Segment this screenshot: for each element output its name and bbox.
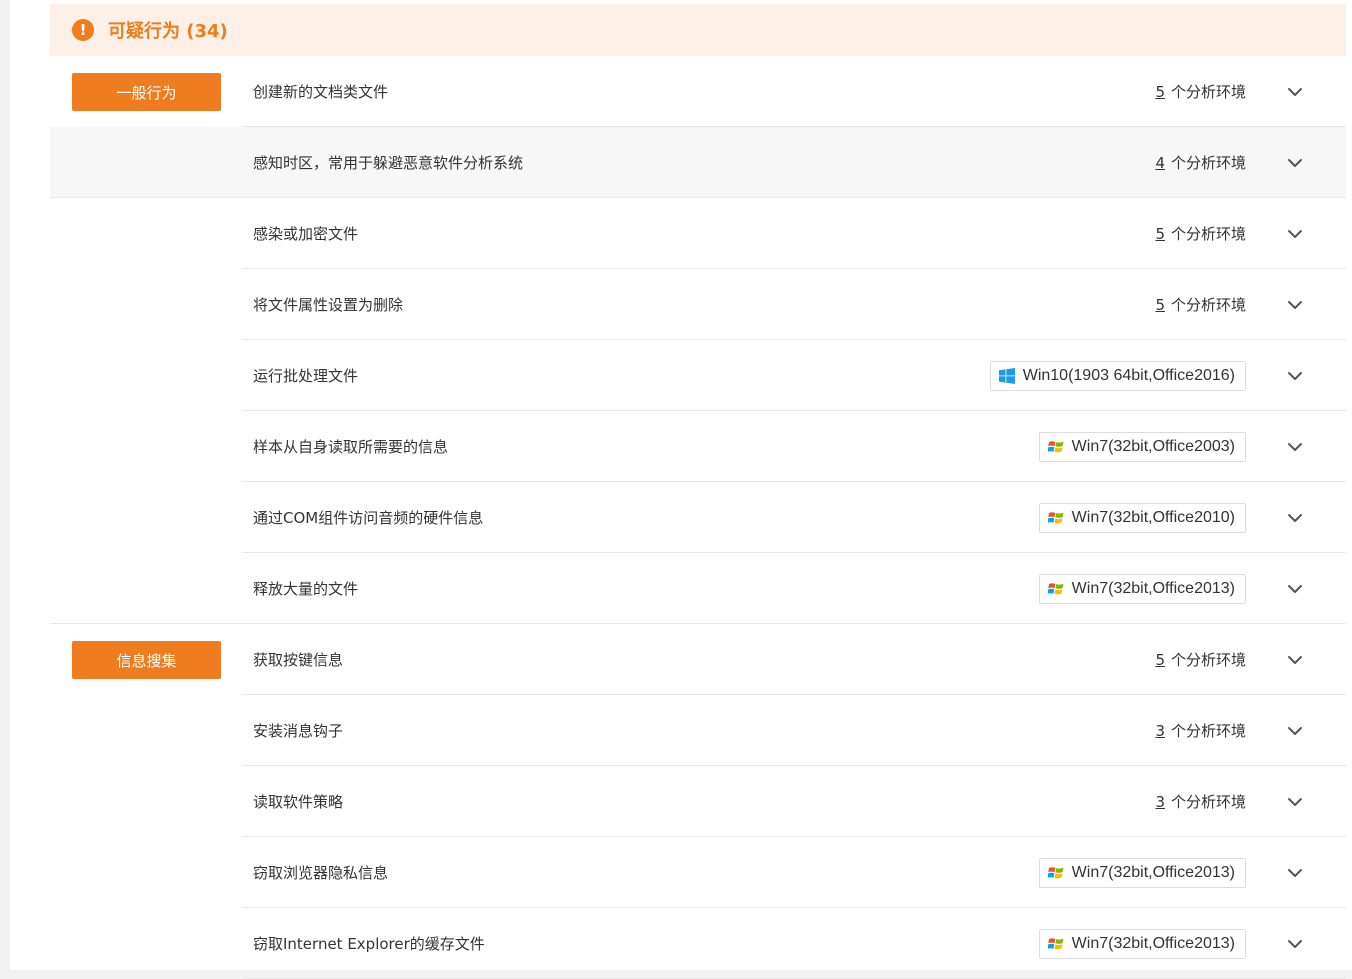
section-title: 可疑行为 (34): [108, 21, 228, 42]
behavior-name: 获取按键信息: [253, 651, 344, 669]
category-tag: 一般行为: [72, 73, 221, 111]
env-label: Win10(1903 64bit,Office2016): [1022, 366, 1235, 384]
chevron-down-icon[interactable]: [1286, 83, 1304, 101]
behavior-name: 窃取浏览器隐私信息: [253, 864, 389, 882]
env-badge: Win7(32bit,Office2013): [1038, 857, 1246, 888]
env-badge: Win7(32bit,Office2013): [1038, 573, 1246, 604]
env-label: Win7(32bit,Office2010): [1071, 508, 1235, 526]
behavior-row[interactable]: 信息搜集 获取按键信息 5 个分析环境: [50, 624, 1346, 695]
chevron-down-icon[interactable]: [1286, 935, 1304, 953]
env-badge: Win10(1903 64bit,Office2016): [989, 360, 1246, 391]
behavior-row[interactable]: 通过COM组件访问音频的硬件信息 Win7(32bit,Office2010): [50, 482, 1346, 553]
env-count-link[interactable]: 3: [1155, 722, 1165, 740]
behavior-name: 将文件属性设置为删除: [253, 296, 404, 314]
env-label: Win7(32bit,Office2013): [1071, 934, 1235, 952]
behavior-row[interactable]: 安装消息钩子 3 个分析环境: [50, 695, 1346, 766]
behavior-name: 样本从自身读取所需要的信息: [253, 438, 449, 456]
behavior-name: 安装消息钩子: [253, 722, 344, 740]
behavior-row[interactable]: 释放大量的文件 Win7(32bit,Office2013): [50, 553, 1346, 624]
env-count: 5 个分析环境: [1155, 81, 1246, 102]
windows7-icon: [1047, 510, 1064, 526]
behavior-name: 窃取Internet Explorer的缓存文件: [253, 935, 485, 953]
env-label: Win7(32bit,Office2013): [1071, 579, 1235, 597]
env-count: 4 个分析环境: [1155, 152, 1246, 173]
behavior-row[interactable]: 将文件属性设置为删除 5 个分析环境: [50, 269, 1346, 340]
behavior-row[interactable]: 运行批处理文件 Win10(1903 64bit,Office2016): [50, 340, 1346, 411]
behavior-name: 读取软件策略: [253, 793, 344, 811]
behavior-list: 一般行为 创建新的文档类文件 5 个分析环境 感知时区，常用于躲避恶意软件分析系统 4 个分…: [50, 56, 1346, 979]
chevron-down-icon[interactable]: [1286, 722, 1304, 740]
chevron-down-icon[interactable]: [1286, 154, 1304, 172]
behavior-name: 释放大量的文件: [253, 580, 359, 598]
env-count: 3 个分析环境: [1155, 791, 1246, 812]
env-count-suffix: 个分析环境: [1170, 83, 1246, 101]
windows7-icon: [1047, 936, 1064, 952]
env-label: Win7(32bit,Office2013): [1071, 863, 1235, 881]
chevron-down-icon[interactable]: [1286, 580, 1304, 598]
env-count-suffix: 个分析环境: [1170, 722, 1246, 740]
category-tag: 信息搜集: [72, 641, 221, 679]
env-count-link[interactable]: 5: [1155, 296, 1165, 314]
env-label: Win7(32bit,Office2003): [1071, 437, 1235, 455]
windows10-icon: [998, 367, 1015, 384]
section-header: ! 可疑行为 (34): [50, 4, 1346, 56]
behavior-row[interactable]: 一般行为 创建新的文档类文件 5 个分析环境: [50, 56, 1346, 127]
windows7-icon: [1047, 581, 1064, 597]
chevron-down-icon[interactable]: [1286, 367, 1304, 385]
behavior-row[interactable]: 窃取Internet Explorer的缓存文件 Win7(32bit,Offic…: [50, 908, 1346, 979]
env-badge: Win7(32bit,Office2010): [1038, 502, 1246, 533]
behavior-name: 感染或加密文件: [253, 225, 359, 243]
behavior-row[interactable]: 窃取浏览器隐私信息 Win7(32bit,Office2013): [50, 837, 1346, 908]
env-count-link[interactable]: 5: [1155, 83, 1165, 101]
env-count: 5 个分析环境: [1155, 223, 1246, 244]
behavior-row[interactable]: 读取软件策略 3 个分析环境: [50, 766, 1346, 837]
env-count: 5 个分析环境: [1155, 649, 1246, 670]
env-count: 5 个分析环境: [1155, 294, 1246, 315]
chevron-down-icon[interactable]: [1286, 225, 1304, 243]
chevron-down-icon[interactable]: [1286, 793, 1304, 811]
behavior-name: 通过COM组件访问音频的硬件信息: [253, 509, 484, 527]
env-count-suffix: 个分析环境: [1170, 154, 1246, 172]
chevron-down-icon[interactable]: [1286, 296, 1304, 314]
env-count-suffix: 个分析环境: [1170, 651, 1246, 669]
env-count-suffix: 个分析环境: [1170, 225, 1246, 243]
chevron-down-icon[interactable]: [1286, 651, 1304, 669]
chevron-down-icon[interactable]: [1286, 509, 1304, 527]
exclamation-circle-icon: !: [72, 19, 94, 41]
env-count-link[interactable]: 5: [1155, 225, 1165, 243]
env-count-link[interactable]: 3: [1155, 793, 1165, 811]
env-count-suffix: 个分析环境: [1170, 296, 1246, 314]
behavior-name: 运行批处理文件: [253, 367, 359, 385]
env-count-link[interactable]: 4: [1155, 154, 1165, 172]
windows7-icon: [1047, 865, 1064, 881]
behavior-row[interactable]: 样本从自身读取所需要的信息 Win7(32bit,Office2003): [50, 411, 1346, 482]
env-badge: Win7(32bit,Office2013): [1038, 928, 1246, 959]
env-badge: Win7(32bit,Office2003): [1038, 431, 1246, 462]
chevron-down-icon[interactable]: [1286, 438, 1304, 456]
behavior-panel: ! 可疑行为 (34) 一般行为 创建新的文档类文件 5 个分析环境 感知时区，常用于躲…: [10, 0, 1352, 979]
env-count: 3 个分析环境: [1155, 720, 1246, 741]
behavior-row[interactable]: 感染或加密文件 5 个分析环境: [50, 198, 1346, 269]
env-count-suffix: 个分析环境: [1170, 793, 1246, 811]
behavior-name: 感知时区，常用于躲避恶意软件分析系统: [253, 154, 524, 172]
behavior-name: 创建新的文档类文件: [253, 83, 389, 101]
chevron-down-icon[interactable]: [1286, 864, 1304, 882]
windows7-icon: [1047, 439, 1064, 455]
behavior-row[interactable]: 感知时区，常用于躲避恶意软件分析系统 4 个分析环境: [50, 127, 1346, 198]
env-count-link[interactable]: 5: [1155, 651, 1165, 669]
